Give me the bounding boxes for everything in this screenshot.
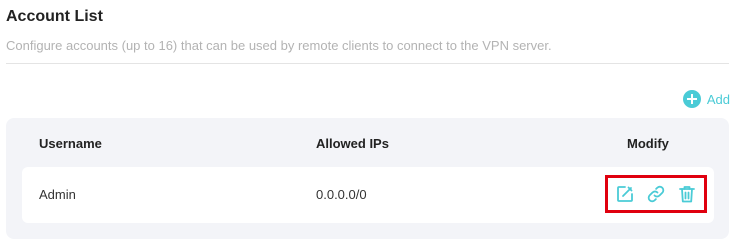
add-account-button[interactable]: Add — [682, 90, 730, 108]
plus-circle-icon — [682, 90, 701, 108]
edit-icon[interactable] — [615, 184, 635, 204]
add-label: Add — [706, 91, 730, 107]
account-table: Username Allowed IPs Modify Admin 0.0.0.… — [6, 118, 729, 239]
column-header-username: Username — [39, 136, 102, 151]
section-description: Configure accounts (up to 16) that can b… — [6, 38, 552, 53]
modify-actions-highlight — [605, 175, 707, 213]
trash-icon[interactable] — [677, 184, 697, 204]
username-cell: Admin — [39, 187, 76, 202]
link-icon[interactable] — [646, 184, 666, 204]
divider — [6, 63, 729, 64]
allowed-ips-cell: 0.0.0.0/0 — [316, 187, 367, 202]
table-row: Admin 0.0.0.0/0 — [22, 167, 714, 223]
section-title: Account List — [6, 8, 103, 25]
column-header-allowed-ips: Allowed IPs — [316, 136, 389, 151]
column-header-modify: Modify — [627, 136, 669, 151]
